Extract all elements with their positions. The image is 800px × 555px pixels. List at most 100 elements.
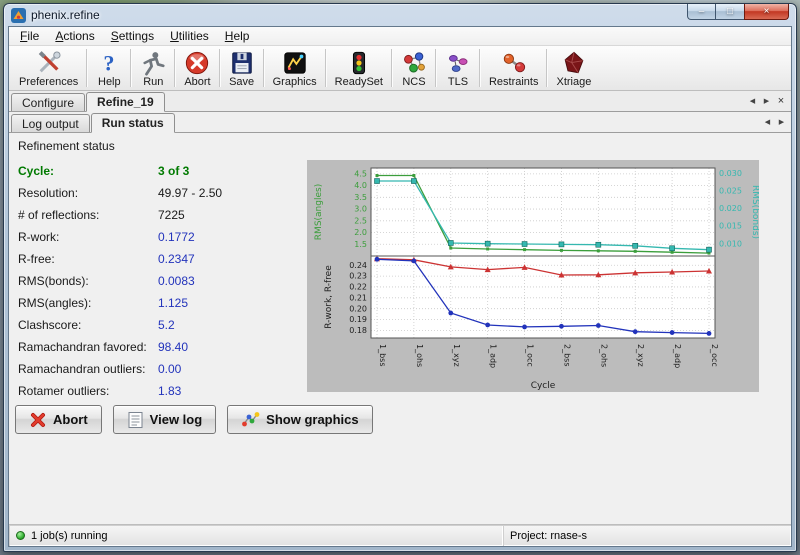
- app-icon: [11, 8, 26, 23]
- svg-text:0.19: 0.19: [349, 315, 367, 324]
- stat-label: RMS(angles):: [18, 296, 158, 310]
- svg-text:0.015: 0.015: [719, 222, 742, 231]
- menu-item-actions[interactable]: Actions: [47, 28, 102, 44]
- svg-text:0.030: 0.030: [719, 169, 742, 178]
- minimize-button[interactable]: –: [687, 4, 716, 20]
- toolbar-button-ncs[interactable]: NCS: [394, 47, 434, 89]
- abort-x-icon: [29, 411, 47, 429]
- run-status-panel: Refinement status Cycle: 3 of 3 Resoluti…: [9, 133, 791, 524]
- titlebar[interactable]: phenix.refine – □ ×: [4, 4, 796, 26]
- tab-log-output[interactable]: Log output: [11, 114, 90, 132]
- refinement-chart-svg: 1.52.02.53.03.54.04.50.0100.0150.0200.02…: [307, 160, 759, 392]
- toolbar-label: Graphics: [273, 76, 317, 88]
- tab-label: Run status: [102, 116, 164, 130]
- stat-value: 1.83: [158, 384, 181, 398]
- abort-button-label: Abort: [53, 412, 88, 427]
- tab-label: Refine_19: [97, 95, 154, 109]
- toolbar-button-preferences[interactable]: Preferences: [12, 47, 85, 89]
- graphics-icon: [282, 49, 308, 76]
- svg-text:0.20: 0.20: [349, 304, 367, 313]
- toolbar-separator: [174, 49, 176, 87]
- tab-close-button[interactable]: ×: [775, 95, 787, 108]
- tab-run-status[interactable]: Run status: [91, 113, 175, 133]
- toolbar-button-save[interactable]: Save: [222, 47, 262, 89]
- app-window: phenix.refine – □ × File Actions Setting…: [3, 3, 797, 552]
- stat-value: 1.125: [158, 296, 188, 310]
- stat-value: 7225: [158, 208, 185, 222]
- close-button[interactable]: ×: [744, 4, 789, 20]
- svg-text:1_adp: 1_adp: [489, 344, 498, 368]
- subtab-nav-next-button[interactable]: ▶: [776, 116, 787, 129]
- toolbar-label: Help: [98, 76, 121, 88]
- show-graphics-button[interactable]: Show graphics: [227, 405, 372, 434]
- menu-item-utilities[interactable]: Utilities: [162, 28, 217, 44]
- preferences-icon: [36, 49, 62, 76]
- stat-value: 0.00: [158, 362, 181, 376]
- stat-value: 0.1772: [158, 230, 195, 244]
- project-label: Project: rnase-s: [510, 530, 587, 542]
- stat-row-rotamer-outliers: Rotamer outliers: 1.83: [18, 380, 304, 402]
- tab-configure[interactable]: Configure: [11, 93, 85, 111]
- view-log-button-label: View log: [150, 412, 203, 427]
- tab-bar-main: Configure Refine_19 ◀ ▶ ×: [9, 91, 791, 112]
- toolbar-separator: [130, 49, 132, 87]
- svg-text:2_occ: 2_occ: [710, 344, 719, 367]
- svg-text:2.0: 2.0: [354, 228, 367, 237]
- svg-text:4.5: 4.5: [354, 169, 367, 178]
- view-log-button[interactable]: View log: [113, 405, 217, 434]
- menu-item-settings[interactable]: Settings: [103, 28, 162, 44]
- subtab-nav-prev-button[interactable]: ◀: [762, 116, 773, 129]
- toolbar-button-xtriage[interactable]: Xtriage: [549, 47, 598, 89]
- maximize-button[interactable]: □: [716, 4, 744, 20]
- menu-item-help[interactable]: Help: [217, 28, 258, 44]
- stat-label: Ramachandran outliers:: [18, 362, 158, 376]
- stat-label: R-free:: [18, 252, 158, 266]
- toolbar-button-graphics[interactable]: Graphics: [266, 47, 324, 89]
- readyset-icon: [346, 49, 372, 76]
- tab-refine-19[interactable]: Refine_19: [86, 92, 165, 112]
- svg-text:0.23: 0.23: [349, 272, 367, 281]
- abort-button[interactable]: Abort: [15, 405, 102, 434]
- menu-item-file[interactable]: File: [12, 28, 47, 44]
- tab-bar-sub: Log output Run status ◀ ▶: [9, 112, 791, 133]
- stat-row-resolution: Resolution: 49.97 - 2.50: [18, 182, 304, 204]
- toolbar-button-restraints[interactable]: Restraints: [482, 47, 546, 89]
- toolbar-button-abort[interactable]: Abort: [177, 47, 217, 89]
- stat-row-cycle: Cycle: 3 of 3: [18, 160, 304, 182]
- toolbar-button-run[interactable]: Run: [133, 47, 173, 89]
- svg-text:Cycle: Cycle: [531, 381, 556, 391]
- stat-value: 98.40: [158, 340, 188, 354]
- svg-text:1_occ: 1_occ: [526, 344, 535, 367]
- statusbar: 1 job(s) running Project: rnase-s: [9, 524, 791, 546]
- svg-text:2_ohs: 2_ohs: [599, 344, 608, 367]
- toolbar-label: Run: [143, 76, 163, 88]
- stat-row-reflections: # of reflections: 7225: [18, 204, 304, 226]
- stat-row-rama-outliers: Ramachandran outliers: 0.00: [18, 358, 304, 380]
- stat-label: # of reflections:: [18, 208, 158, 222]
- stat-row-r-free: R-free: 0.2347: [18, 248, 304, 270]
- stat-row-rms-bonds: RMS(bonds): 0.0083: [18, 270, 304, 292]
- tab-nav-prev-button[interactable]: ◀: [747, 95, 758, 108]
- tab-nav-next-button[interactable]: ▶: [761, 95, 772, 108]
- stat-row-rms-angles: RMS(angles): 1.125: [18, 292, 304, 314]
- action-button-row: Abort View log: [15, 405, 373, 434]
- toolbar-button-tls[interactable]: TLS: [438, 47, 478, 89]
- stat-value: 3 of 3: [158, 164, 189, 178]
- toolbar-separator: [86, 49, 88, 87]
- stat-row-rama-favored: Ramachandran favored: 98.40: [18, 336, 304, 358]
- toolbar-button-help[interactable]: ? Help: [89, 47, 129, 89]
- window-body: File Actions Settings Utilities Help Pre…: [8, 26, 792, 547]
- toolbar-separator: [546, 49, 548, 87]
- stat-row-clashscore: Clashscore: 5.2: [18, 314, 304, 336]
- toolbar-button-readyset[interactable]: ReadySet: [328, 47, 390, 89]
- toolbar-separator: [263, 49, 265, 87]
- restraints-icon: [501, 49, 527, 76]
- svg-text:0.22: 0.22: [349, 283, 367, 292]
- job-status-text: 1 job(s) running: [31, 530, 107, 542]
- graphics-color-icon: [241, 411, 260, 429]
- menubar: File Actions Settings Utilities Help: [9, 27, 791, 46]
- stat-label: Resolution:: [18, 186, 158, 200]
- svg-text:0.24: 0.24: [349, 261, 367, 270]
- stat-value: 0.2347: [158, 252, 195, 266]
- svg-text:3.0: 3.0: [354, 205, 367, 214]
